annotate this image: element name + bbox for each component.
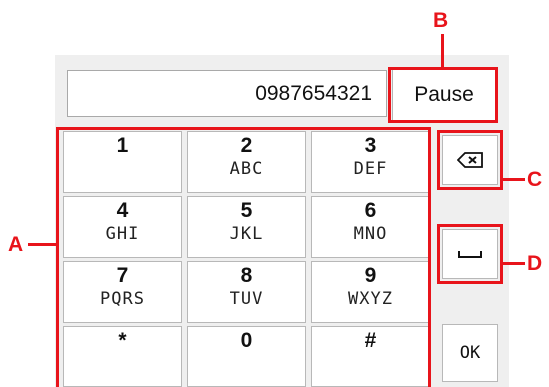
callout-label-a: A (8, 233, 24, 256)
fax-number-text: 0987654321 (255, 81, 372, 105)
ok-button[interactable]: OK (442, 324, 498, 382)
callout-label-b: B (433, 9, 449, 32)
callout-line-b (441, 34, 444, 68)
fax-number-display[interactable]: 0987654321 (67, 70, 387, 117)
callout-box-d (437, 224, 503, 284)
callout-line-c (503, 178, 525, 181)
ok-button-label: OK (459, 343, 481, 363)
callout-line-d (503, 262, 525, 265)
callout-box-b (388, 67, 498, 123)
callout-box-c (437, 130, 503, 190)
callout-box-a (56, 127, 431, 387)
callout-label-d: D (527, 252, 543, 275)
callout-label-c: C (527, 168, 543, 191)
callout-line-a (28, 243, 57, 246)
